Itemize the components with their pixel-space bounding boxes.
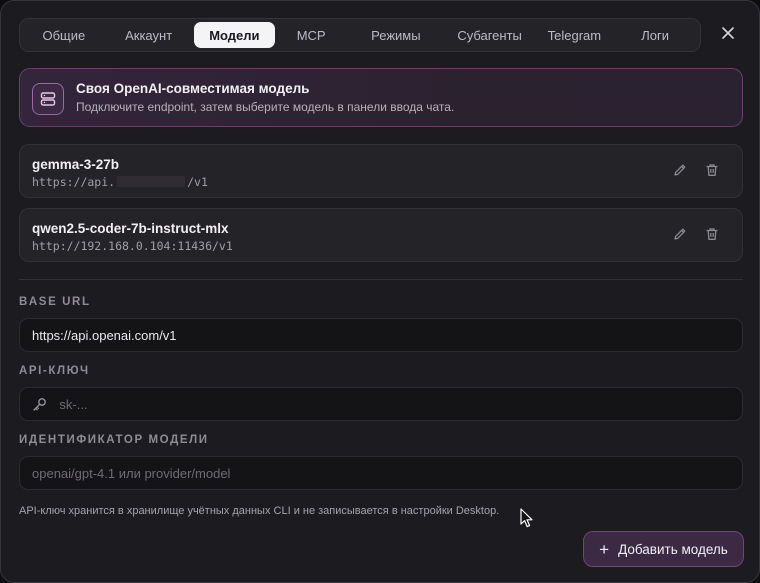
divider — [19, 279, 743, 280]
base-url-field[interactable] — [19, 318, 743, 352]
trash-icon — [705, 163, 719, 182]
model-url: https://api. /v1 — [32, 175, 208, 189]
add-model-button[interactable]: + Добавить модель — [583, 531, 744, 567]
api-key-label: API-КЛЮЧ — [19, 365, 90, 377]
model-url: http://192.168.0.104:11436/v1 — [32, 239, 233, 253]
model-card: gemma-3-27b https://api. /v1 — [19, 144, 743, 198]
model-id-field[interactable] — [19, 456, 743, 490]
api-key-input[interactable] — [59, 396, 730, 412]
tab-general[interactable]: Общие — [24, 22, 104, 48]
tab-account[interactable]: Аккаунт — [104, 22, 194, 48]
tab-modes[interactable]: Режимы — [347, 22, 445, 48]
banner-title: Своя OpenAI-совместимая модель — [76, 81, 310, 96]
plus-icon: + — [599, 539, 610, 559]
custom-model-banner: Своя OpenAI-совместимая модель Подключит… — [19, 68, 743, 127]
tab-bar: Общие Аккаунт Модели MCP Режимы Субагент… — [19, 18, 701, 52]
server-icon — [32, 83, 64, 115]
model-id-input[interactable] — [32, 465, 730, 481]
delete-model-button[interactable] — [702, 162, 722, 182]
api-key-field[interactable] — [19, 387, 743, 421]
model-name: qwen2.5-coder-7b-instruct-mlx — [32, 221, 229, 236]
add-model-label: Добавить модель — [618, 541, 728, 557]
base-url-input[interactable] — [32, 327, 730, 343]
redacted-segment — [117, 176, 186, 187]
tab-models[interactable]: Модели — [193, 22, 276, 48]
api-key-note: API-ключ хранится в хранилище учётных да… — [19, 505, 500, 517]
edit-model-button[interactable] — [670, 162, 690, 182]
pencil-icon — [673, 163, 687, 182]
banner-subtitle: Подключите endpoint, затем выберите моде… — [76, 100, 455, 114]
base-url-label: BASE URL — [19, 296, 91, 308]
model-card: qwen2.5-coder-7b-instruct-mlx http://192… — [19, 208, 743, 262]
settings-dialog: Общие Аккаунт Модели MCP Режимы Субагент… — [0, 0, 760, 583]
close-icon — [722, 26, 734, 44]
model-name: gemma-3-27b — [32, 157, 120, 172]
tab-telegram[interactable]: Telegram — [534, 22, 614, 48]
model-id-label: ИДЕНТИФИКАТОР МОДЕЛИ — [19, 434, 209, 446]
key-icon — [32, 396, 47, 412]
delete-model-button[interactable] — [702, 226, 722, 246]
edit-model-button[interactable] — [670, 226, 690, 246]
mouse-cursor-icon — [520, 508, 534, 528]
tab-mcp[interactable]: MCP — [275, 22, 347, 48]
model-url-prefix: https://api. — [32, 175, 116, 189]
trash-icon — [705, 227, 719, 246]
tab-logs[interactable]: Логи — [614, 22, 696, 48]
pencil-icon — [673, 227, 687, 246]
tab-subagents[interactable]: Субагенты — [445, 22, 535, 48]
model-url-suffix: /v1 — [187, 175, 208, 189]
close-button[interactable] — [715, 22, 741, 48]
